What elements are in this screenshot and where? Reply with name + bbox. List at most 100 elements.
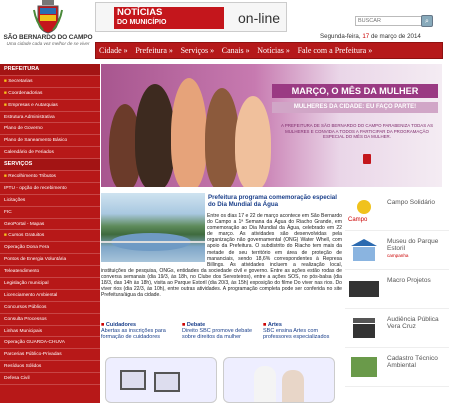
sidebar-item-23[interactable]: Operação GUARDA-CHUVA	[0, 337, 100, 350]
current-date: Segunda-feira, 17 de março de 2014	[320, 33, 421, 40]
sidebar-item-label: Cursos Gratuitos	[8, 233, 45, 239]
sidebar-item-label: Pontos de Energia Voluntária	[4, 257, 67, 263]
banner-online: on-line	[238, 10, 281, 26]
news-section: Entre os dias 17 e 22 de março acontece …	[101, 193, 342, 403]
link-label: Audiência Pública Vera Cruz	[387, 316, 439, 330]
sidebar-item-label: Legislação municipal	[4, 281, 49, 287]
city-name: SÃO BERNARDO DO CAMPO	[3, 34, 93, 41]
monitor-shape	[120, 370, 146, 390]
sidebar-item-label: Licenciamento Ambiental	[4, 292, 58, 298]
sidebar-item-3[interactable]: ■ Empresas e Autarquias	[0, 100, 100, 112]
noticias-banner[interactable]: NOTÍCIAS DO MUNICÍPIO on-line	[95, 2, 287, 32]
link-audiencia[interactable]: Audiência Pública Vera Cruz	[345, 310, 449, 348]
sidebar-item-label: GeoPortal - Mapas	[4, 221, 45, 227]
city-slogan: Uma cidade cada vez melhor de se viver	[6, 41, 90, 46]
link-label-text: Museu do Parque Estoril	[387, 238, 439, 252]
sidebar-item-18[interactable]: Legislação municipal	[0, 278, 100, 290]
nav-fale[interactable]: Fale com a Prefeitura »	[295, 43, 376, 58]
person-shape	[254, 366, 276, 402]
sidebar-item-label: Concursos Públicos	[4, 304, 47, 310]
sidebar-item-5[interactable]: Plano de Governo	[0, 123, 100, 136]
sidebar-item-22[interactable]: Linhas Municipais	[0, 326, 100, 338]
link-ctea[interactable]: Cadastro Técnico Ambiental	[345, 349, 449, 387]
news-col-artes: ■ Artes SBC ensina Artes com professores…	[263, 322, 341, 341]
link-museu[interactable]: Museu do Parque Estoril campanha	[345, 232, 449, 270]
news-col-debate: ■ Debate Direito SBC promove debate sobr…	[182, 322, 260, 341]
campo-solidario-logo: Campo	[347, 197, 381, 225]
sidebar-item-4[interactable]: Estrutura Administrativa	[0, 112, 100, 124]
thumb-people[interactable]	[223, 357, 335, 403]
nav-canais[interactable]: Canais »	[219, 43, 253, 58]
col-link[interactable]: Abertas as inscrições para formação de c…	[101, 328, 179, 341]
sidebar-item-1[interactable]: ■ Secretarias	[0, 76, 100, 88]
nav-prefeitura[interactable]: Prefeitura »	[132, 43, 176, 58]
sidebar-item-14[interactable]: ■ Cursos Gratuitos	[0, 230, 100, 243]
sidebar-item-26[interactable]: Defesa Civil	[0, 373, 100, 386]
sidebar-item-label: Recolhimento Tributos	[8, 174, 56, 180]
sidebar-item-label: Operação Dona Fera	[4, 245, 50, 251]
sidebar-section-8[interactable]: SERVIÇOS	[0, 159, 100, 172]
right-sidebar: Campo Campo Solidário Museu do Parque Es…	[345, 193, 449, 403]
link-sub: campanha	[387, 253, 409, 258]
sidebar-item-21[interactable]: Consulta Processos	[0, 314, 100, 326]
sidebar-item-20[interactable]: Concursos Públicos	[0, 302, 100, 314]
nav-servicos[interactable]: Serviços »	[178, 43, 218, 58]
sidebar-item-label: Plano de Saneamento Básico	[4, 138, 68, 144]
link-macro-projetos[interactable]: Macro Projetos	[345, 271, 449, 309]
col-link[interactable]: SBC ensina Artes com professores especia…	[263, 328, 341, 341]
sidebar-item-16[interactable]: Pontos de Energia Voluntária	[0, 254, 100, 267]
sidebar-item-label: SERVIÇOS	[4, 161, 33, 168]
sidebar-section-0[interactable]: PREFEITURA	[0, 64, 100, 76]
header: SÃO BERNARDO DO CAMPO Uma cidade cada ve…	[0, 0, 450, 62]
search-icon: ⌕	[425, 18, 429, 25]
sidebar-item-9[interactable]: ■ Recolhimento Tributos	[0, 171, 100, 183]
col-link[interactable]: Direito SBC promove debate sobre direito…	[182, 328, 260, 341]
main-nav: Cidade » Prefeitura » Serviços » Canais …	[95, 42, 443, 59]
city-logo[interactable]: SÃO BERNARDO DO CAMPO Uma cidade cada ve…	[2, 0, 94, 55]
woman-figure-3	[171, 78, 207, 187]
coat-of-arms-icon	[33, 0, 63, 34]
woman-figure-4	[205, 88, 239, 187]
sidebar-item-10[interactable]: IPTU - opção de recebimento	[0, 183, 100, 195]
sidebar-item-15[interactable]: Operação Dona Fera	[0, 242, 100, 255]
link-label: Campo Solidário	[387, 199, 436, 206]
nav-cidade[interactable]: Cidade »	[96, 43, 131, 58]
banner-subtitle: DO MUNICÍPIO	[117, 19, 167, 26]
sidebar-item-7[interactable]: Calendário de Feriados	[0, 147, 100, 160]
macro-projetos-logo	[347, 275, 381, 303]
bridge-shape	[101, 241, 205, 243]
search-input[interactable]	[355, 16, 430, 26]
hero-subtitle: MULHERES DA CIDADE: EU FAÇO PARTE!	[272, 102, 438, 113]
hero-title: MARÇO, O MÊS DA MULHER	[272, 84, 438, 98]
sidebar-item-label: Operação GUARDA-CHUVA	[4, 340, 65, 346]
sidebar-item-label: Estrutura Administrativa	[4, 114, 55, 120]
sidebar-item-label: Defesa Civil	[4, 376, 30, 382]
sidebar-item-label: Plano de Governo	[4, 126, 43, 132]
search-button[interactable]: ⌕	[421, 15, 433, 27]
date-rest: de março de 2014	[370, 33, 421, 40]
thumb-computers[interactable]	[105, 357, 217, 403]
sidebar-item-label: Parcerias Público-Privadas	[4, 352, 62, 358]
hero-banner[interactable]: MARÇO, O MÊS DA MULHER MULHERES DA CIDAD…	[101, 64, 442, 187]
sidebar-item-19[interactable]: Licenciamento Ambiental	[0, 290, 100, 302]
sidebar-item-25[interactable]: Resíduos Sólidos	[0, 361, 100, 374]
news-title[interactable]: Prefeitura programa comemoração especial…	[208, 194, 342, 208]
woman-figure-2	[135, 84, 175, 187]
sidebar-item-24[interactable]: Parcerias Público-Privadas	[0, 349, 100, 362]
sidebar-item-2[interactable]: ■ Coordenadorias	[0, 88, 100, 100]
date-weekday: Segunda-feira,	[320, 33, 361, 40]
sidebar-item-12[interactable]: FIC	[0, 207, 100, 219]
link-campo-solidario[interactable]: Campo Campo Solidário	[345, 193, 449, 231]
sidebar-item-label: Resíduos Sólidos	[4, 364, 42, 370]
woman-figure-5	[235, 96, 271, 187]
sidebar-item-13[interactable]: GeoPortal - Mapas	[0, 219, 100, 231]
ctea-logo	[347, 353, 381, 381]
hero-text: A PREFEITURA DE SÃO BERNARDO DO CAMPO PA…	[281, 123, 433, 140]
nav-noticias[interactable]: Notícias »	[254, 43, 293, 58]
sidebar-item-11[interactable]: Licitações	[0, 195, 100, 207]
sidebar-item-17[interactable]: Teleatendimento	[0, 266, 100, 279]
sidebar-item-label: Empresas e Autarquias	[8, 102, 58, 108]
sidebar-item-6[interactable]: Plano de Saneamento Básico	[0, 135, 100, 148]
news-image[interactable]	[101, 193, 205, 262]
sidebar-item-label: Linhas Municipais	[4, 328, 43, 334]
